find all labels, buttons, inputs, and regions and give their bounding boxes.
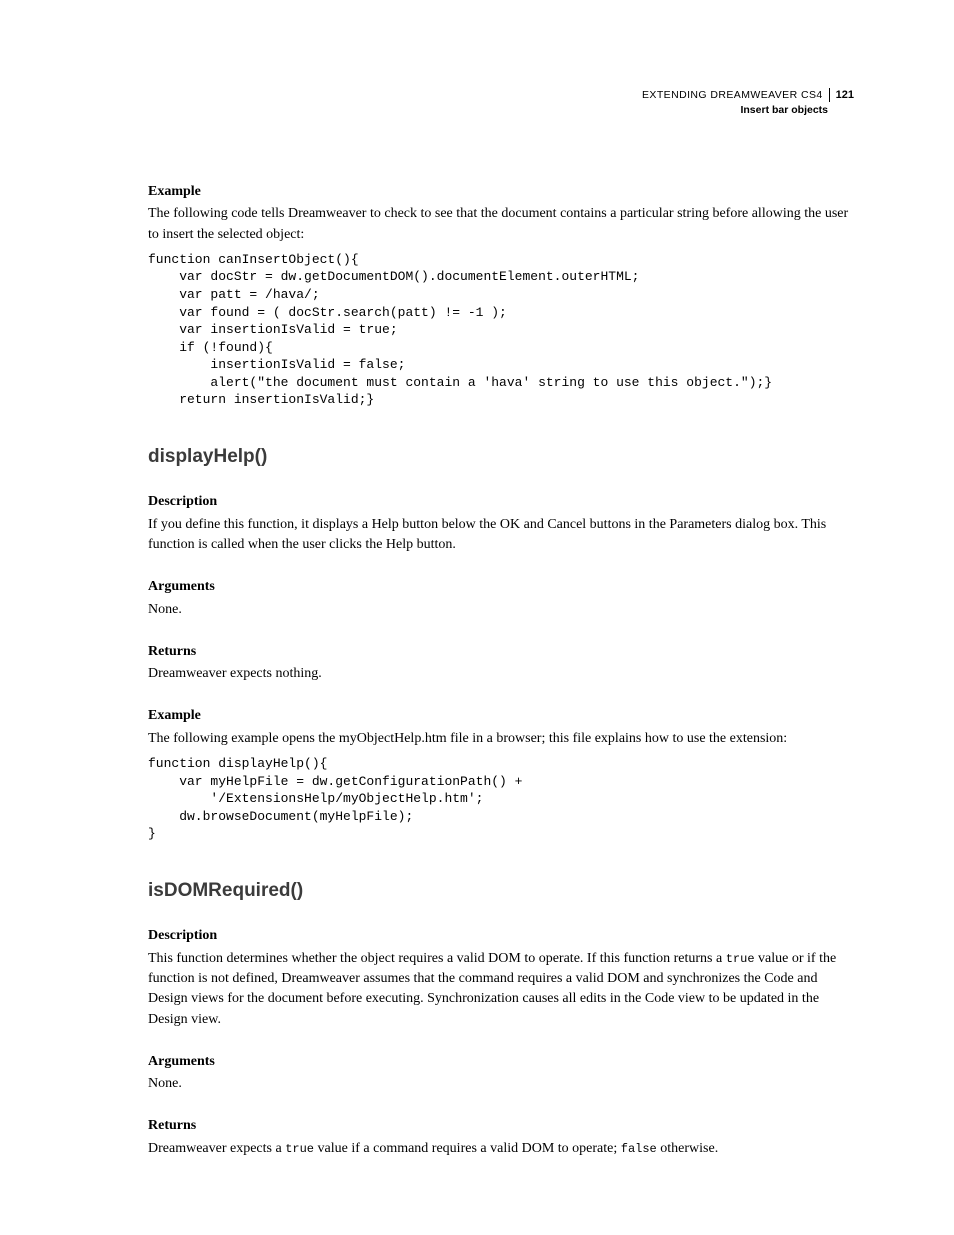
isdomrequired-returns-pre: Dreamweaver expects a <box>148 1141 285 1156</box>
isdomrequired-title: isDOMRequired() <box>148 877 854 905</box>
isdomrequired-returns-post: otherwise. <box>657 1141 718 1156</box>
displayhelp-example-heading: Example <box>148 706 854 726</box>
page-content: Example The following code tells Dreamwe… <box>148 88 854 1159</box>
isdomrequired-desc-pre: This function determines whether the obj… <box>148 951 726 966</box>
isdomrequired-returns-heading: Returns <box>148 1116 854 1136</box>
isdomrequired-args-body: None. <box>148 1074 854 1094</box>
header-subtitle: Insert bar objects <box>642 103 854 117</box>
example1-heading: Example <box>148 182 854 202</box>
running-header: EXTENDING DREAMWEAVER CS4121 Insert bar … <box>642 88 854 117</box>
true-literal: true <box>285 1142 314 1156</box>
isdomrequired-returns-mid: value if a command requires a valid DOM … <box>314 1141 621 1156</box>
displayhelp-returns-heading: Returns <box>148 642 854 662</box>
isdomrequired-desc-body: This function determines whether the obj… <box>148 949 854 1030</box>
displayhelp-example-code: function displayHelp(){ var myHelpFile =… <box>148 755 854 843</box>
displayhelp-desc-body: If you define this function, it displays… <box>148 515 854 556</box>
header-title: EXTENDING DREAMWEAVER CS4 <box>642 88 830 102</box>
displayhelp-args-heading: Arguments <box>148 577 854 597</box>
displayhelp-returns-body: Dreamweaver expects nothing. <box>148 664 854 684</box>
true-literal: true <box>726 952 755 966</box>
displayhelp-args-body: None. <box>148 600 854 620</box>
page-number: 121 <box>830 89 854 101</box>
false-literal: false <box>621 1142 657 1156</box>
isdomrequired-returns-body: Dreamweaver expects a true value if a co… <box>148 1139 854 1159</box>
example1-body: The following code tells Dreamweaver to … <box>148 204 854 245</box>
isdomrequired-desc-heading: Description <box>148 926 854 946</box>
isdomrequired-args-heading: Arguments <box>148 1052 854 1072</box>
example1-code: function canInsertObject(){ var docStr =… <box>148 251 854 409</box>
displayhelp-title: displayHelp() <box>148 443 854 471</box>
displayhelp-desc-heading: Description <box>148 492 854 512</box>
page: EXTENDING DREAMWEAVER CS4121 Insert bar … <box>0 0 954 1235</box>
displayhelp-example-body: The following example opens the myObject… <box>148 729 854 749</box>
